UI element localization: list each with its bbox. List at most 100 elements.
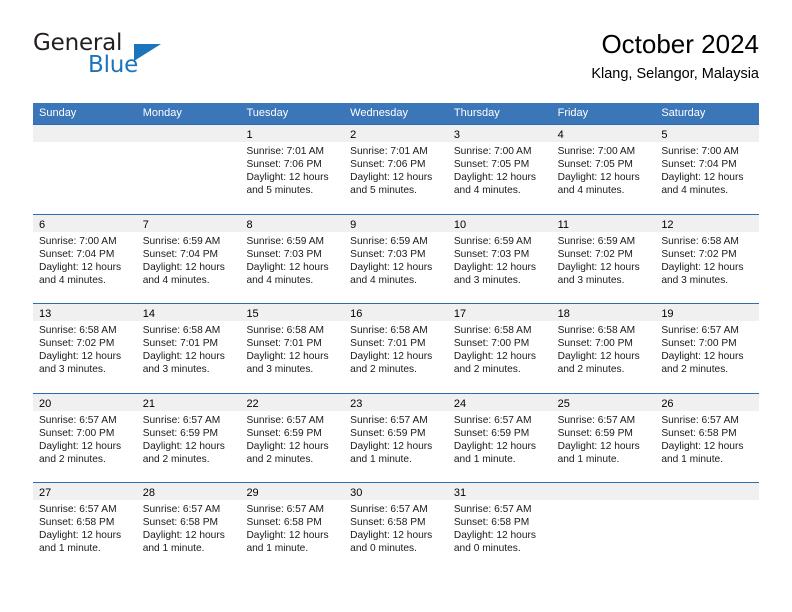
day-number: 21 (142, 397, 155, 410)
sunset-text: Sunset: 7:00 PM (453, 338, 530, 350)
day-number-band: 24 (447, 393, 552, 411)
day-number: 3 (453, 129, 460, 141)
day-number: 7 (142, 218, 149, 231)
calendar-day-cell[interactable]: 4 Sunrise: 7:00 AM Sunset: 7:05 PM Daylight… (551, 125, 656, 214)
daylight-text: Daylight: 12 hours (350, 440, 433, 452)
daylight-text: Daylight: 12 hours (142, 351, 225, 363)
sunrise-text: Sunrise: 6:57 AM (350, 504, 428, 515)
day-detail: Sunrise: 6:57 AM Sunset: 6:58 PM Daylight:… (33, 500, 137, 555)
weekday-header-sunday: Sunday (39, 107, 77, 119)
calendar-day-cell[interactable]: 20 Sunrise: 6:57 AM Sunset: 7:00 PM Dayligh… (33, 393, 137, 482)
calendar-day-cell[interactable]: 19 Sunrise: 6:57 AM Sunset: 7:00 PM Dayligh… (655, 304, 760, 393)
sunrise-text: Sunrise: 6:57 AM (39, 504, 117, 515)
sunrise-text: Sunrise: 6:58 AM (142, 325, 221, 336)
daylight-text: Daylight: 12 hours (350, 172, 433, 184)
calendar-day-cell[interactable]: 27 Sunrise: 6:57 AM Sunset: 6:58 PM Dayligh… (33, 483, 137, 572)
day-number: 8 (246, 218, 253, 231)
calendar-day-cell[interactable]: 8 Sunrise: 6:59 AM Sunset: 7:03 PM Daylight… (240, 214, 345, 303)
day-detail: Sunrise: 6:57 AM Sunset: 6:58 PM Daylight:… (655, 411, 759, 466)
sunset-text: Sunset: 7:00 PM (39, 427, 115, 439)
sunrise-text: Sunrise: 6:57 AM (453, 504, 532, 515)
sunset-text: Sunset: 7:02 PM (39, 338, 115, 350)
calendar-day-cell[interactable]: 17 Sunrise: 6:58 AM Sunset: 7:00 PM Dayligh… (447, 304, 552, 393)
sunset-text: Sunset: 6:59 PM (246, 427, 322, 439)
day-number: 16 (350, 308, 363, 320)
daylight-text-cont: and 1 minute. (661, 453, 724, 465)
daylight-text-cont: and 4 minutes. (350, 274, 417, 286)
calendar-day-cell[interactable]: 24 Sunrise: 6:57 AM Sunset: 6:59 PM Dayligh… (447, 393, 552, 482)
calendar-day-cell[interactable]: 12 Sunrise: 6:58 AM Sunset: 7:02 PM Dayligh… (655, 214, 760, 303)
calendar-day-cell[interactable]: 15 Sunrise: 6:58 AM Sunset: 7:01 PM Dayligh… (240, 304, 345, 393)
day-detail: Sunrise: 7:00 AM Sunset: 7:05 PM Daylight:… (552, 142, 656, 197)
calendar-day-cell[interactable]: 1 Sunrise: 7:01 AM Sunset: 7:06 PM Daylight… (240, 125, 345, 214)
calendar-day-cell[interactable]: 28 Sunrise: 6:57 AM Sunset: 6:58 PM Dayligh… (136, 483, 241, 572)
sunrise-text: Sunrise: 7:00 AM (39, 235, 117, 247)
page-title: October 2024 (601, 29, 759, 59)
calendar-grid: Sunday Monday Tuesday Wednesday Thursday Frid… (33, 103, 760, 572)
daylight-text-cont: and 3 minutes. (453, 274, 521, 286)
sunset-text: Sunset: 7:02 PM (557, 248, 633, 260)
day-number: 17 (453, 308, 467, 320)
calendar-day-cell[interactable]: 3 Sunrise: 7:00 AM Sunset: 7:05 PM Daylight… (447, 125, 552, 214)
daylight-text: Daylight: 12 hours (39, 440, 122, 452)
calendar-day-cell[interactable]: 5 Sunrise: 7:00 AM Sunset: 7:04 PM Daylight… (655, 125, 760, 214)
day-number-band: 3 (447, 125, 552, 142)
day-number-band (551, 483, 656, 500)
daylight-text-cont: and 2 minutes. (142, 453, 210, 465)
daylight-text: Daylight: 12 hours (246, 172, 329, 184)
day-detail: Sunrise: 6:58 AM Sunset: 7:01 PM Daylight:… (240, 321, 344, 376)
daylight-text: Daylight: 12 hours (661, 351, 744, 363)
day-number-band: 6 (33, 214, 137, 232)
daylight-text: Daylight: 12 hours (453, 172, 536, 184)
calendar-day-cell[interactable]: 25 Sunrise: 6:57 AM Sunset: 6:59 PM Dayligh… (551, 393, 656, 482)
calendar-week-row: 27 Sunrise: 6:57 AM Sunset: 6:58 PM Dayligh… (33, 482, 760, 572)
calendar-day-cell[interactable]: 23 Sunrise: 6:57 AM Sunset: 6:59 PM Dayligh… (344, 393, 448, 482)
calendar-day-cell[interactable]: 11 Sunrise: 6:59 AM Sunset: 7:02 PM Dayligh… (551, 214, 656, 303)
sunset-text: Sunset: 6:59 PM (350, 427, 426, 439)
calendar-day-cell[interactable]: 26 Sunrise: 6:57 AM Sunset: 6:58 PM Dayligh… (655, 393, 760, 482)
calendar-day-cell[interactable]: 30 Sunrise: 6:57 AM Sunset: 6:58 PM Dayligh… (344, 483, 448, 572)
calendar-day-cell[interactable]: 9 Sunrise: 6:59 AM Sunset: 7:03 PM Daylight… (344, 214, 448, 303)
day-number: 15 (246, 308, 259, 320)
sunrise-text: Sunrise: 6:57 AM (453, 414, 532, 426)
calendar-day-cell[interactable]: 18 Sunrise: 6:58 AM Sunset: 7:00 PM Dayligh… (551, 304, 656, 393)
sunrise-text: Sunrise: 6:57 AM (142, 504, 221, 515)
calendar-day-cell[interactable]: 10 Sunrise: 6:59 AM Sunset: 7:03 PM Dayligh… (447, 214, 552, 303)
day-number: 14 (142, 308, 155, 320)
sunset-text: Sunset: 7:00 PM (661, 338, 737, 350)
day-detail: Sunrise: 6:59 AM Sunset: 7:03 PM Daylight:… (240, 232, 344, 287)
day-number: 27 (39, 487, 52, 499)
sunrise-text: Sunrise: 6:57 AM (350, 414, 428, 426)
calendar-day-cell[interactable]: 29 Sunrise: 6:57 AM Sunset: 6:58 PM Dayligh… (240, 483, 345, 572)
sunset-text: Sunset: 6:58 PM (142, 517, 219, 529)
sunset-text: Sunset: 7:05 PM (557, 159, 633, 171)
weekday-header-wednesday: Wednesday (350, 107, 409, 119)
day-detail: Sunrise: 6:57 AM Sunset: 6:59 PM Daylight:… (137, 411, 241, 466)
calendar-day-cell[interactable]: 7 Sunrise: 6:59 AM Sunset: 7:04 PM Daylight… (136, 214, 241, 303)
calendar-day-cell[interactable]: 2 Sunrise: 7:01 AM Sunset: 7:06 PM Daylight… (344, 125, 448, 214)
sunset-text: Sunset: 7:01 PM (142, 338, 219, 350)
sunrise-text: Sunrise: 6:59 AM (453, 235, 532, 247)
calendar-day-cell[interactable]: 21 Sunrise: 6:57 AM Sunset: 6:59 PM Dayligh… (136, 393, 241, 482)
day-detail: Sunrise: 6:57 AM Sunset: 6:58 PM Daylight:… (137, 500, 241, 555)
weekday-header-tuesday: Tuesday (246, 107, 289, 119)
daylight-text: Daylight: 12 hours (246, 351, 329, 363)
day-number: 23 (350, 397, 363, 410)
calendar-day-cell[interactable]: 16 Sunrise: 6:58 AM Sunset: 7:01 PM Dayligh… (344, 304, 448, 393)
calendar-day-cell[interactable]: 31 Sunrise: 6:57 AM Sunset: 6:58 PM Dayligh… (447, 483, 552, 572)
sunset-text: Sunset: 7:00 PM (557, 338, 633, 350)
daylight-text-cont: and 3 minutes. (246, 364, 314, 376)
day-detail: Sunrise: 6:57 AM Sunset: 6:59 PM Daylight:… (448, 411, 552, 466)
calendar-day-cell[interactable]: 14 Sunrise: 6:58 AM Sunset: 7:01 PM Dayligh… (136, 304, 241, 393)
calendar-day-cell[interactable]: 13 Sunrise: 6:58 AM Sunset: 7:02 PM Dayligh… (33, 304, 137, 393)
calendar-day-cell[interactable]: 22 Sunrise: 6:57 AM Sunset: 6:59 PM Dayligh… (240, 393, 345, 482)
calendar-weeks: 1 Sunrise: 7:01 AM Sunset: 7:06 PM Daylight… (33, 124, 760, 572)
day-number-band: 25 (551, 393, 656, 411)
calendar-day-cell[interactable]: 6 Sunrise: 7:00 AM Sunset: 7:04 PM Daylight… (33, 214, 137, 303)
day-number: 22 (246, 397, 259, 410)
sunset-text: Sunset: 7:01 PM (246, 338, 322, 350)
day-number: 4 (557, 129, 564, 141)
sunrise-text: Sunrise: 7:01 AM (350, 146, 428, 157)
page-subtitle-location: Klang, Selangor, Malaysia (591, 66, 759, 82)
day-detail: Sunrise: 6:58 AM Sunset: 7:01 PM Daylight:… (137, 321, 241, 376)
